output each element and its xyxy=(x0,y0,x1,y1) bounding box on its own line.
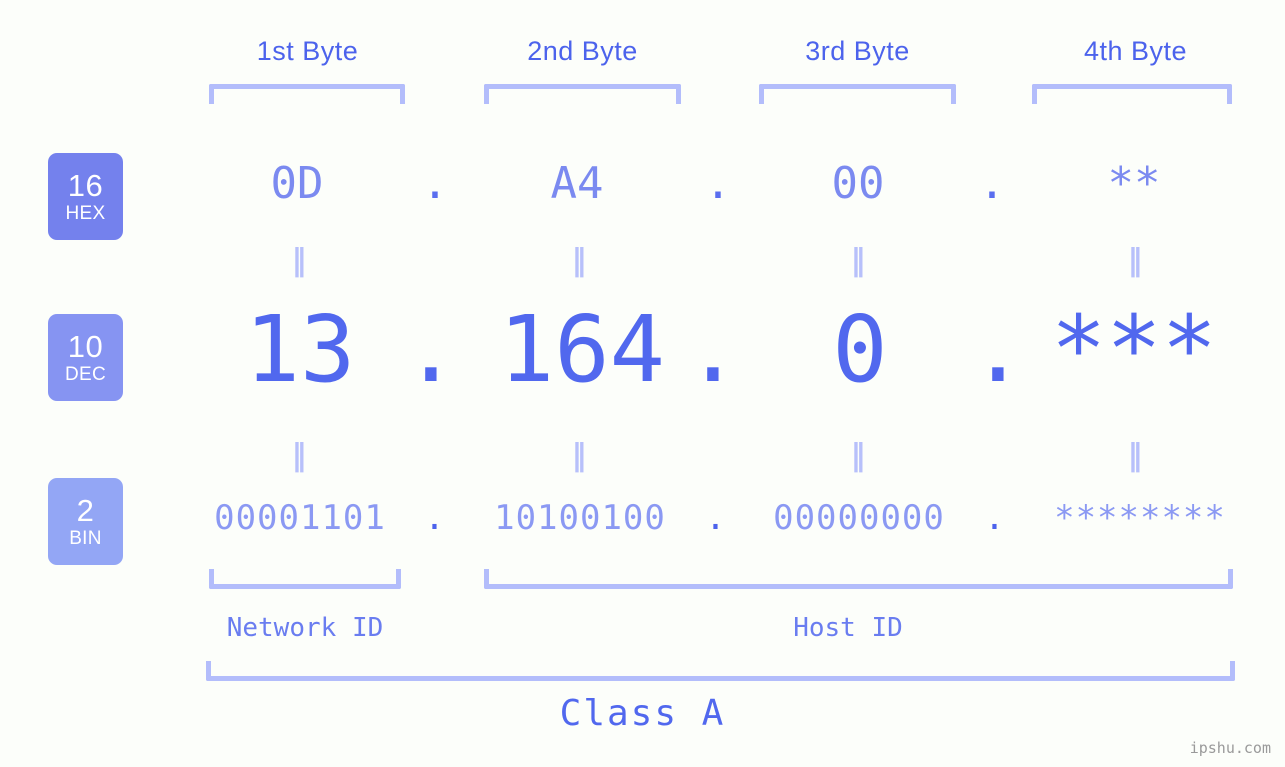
equals-dec-bin-3: ‖ xyxy=(850,438,868,473)
bin-byte-2: 10100100 xyxy=(494,498,666,538)
byte-bracket-1 xyxy=(209,84,405,104)
dec-byte-1: 13 xyxy=(244,296,356,403)
bin-separator-2: . xyxy=(705,498,727,538)
equals-hex-dec-2: ‖ xyxy=(571,243,589,278)
bin-separator-1: . xyxy=(424,498,446,538)
dec-byte-2: 164 xyxy=(498,296,666,403)
equals-dec-bin-2: ‖ xyxy=(571,438,589,473)
bin-byte-3: 00000000 xyxy=(773,498,945,538)
network-id-label: Network ID xyxy=(226,613,384,643)
byte-header-4: 4th Byte xyxy=(1083,36,1188,66)
radix-badge-bin-number: 2 xyxy=(76,493,95,528)
watermark: ipshu.com xyxy=(1189,739,1271,757)
byte-header-3: 3rd Byte xyxy=(805,36,910,66)
dec-separator-2: . xyxy=(685,296,741,403)
radix-badge-hex: 16 HEX xyxy=(48,153,123,240)
class-label: Class A xyxy=(559,693,726,734)
hex-separator-2: . xyxy=(704,158,732,209)
dec-byte-4: *** xyxy=(1050,296,1218,403)
equals-hex-dec-3: ‖ xyxy=(850,243,868,278)
equals-dec-bin-4: ‖ xyxy=(1127,438,1145,473)
dec-byte-3: 0 xyxy=(832,296,888,403)
byte-header-2: 2nd Byte xyxy=(527,36,638,66)
class-bracket xyxy=(206,661,1235,681)
byte-bracket-2 xyxy=(484,84,681,104)
dec-separator-1: . xyxy=(403,296,459,403)
radix-badge-dec-tag: DEC xyxy=(64,364,106,385)
equals-dec-bin-1: ‖ xyxy=(291,438,309,473)
equals-hex-dec-1: ‖ xyxy=(291,243,309,278)
bin-byte-4: ******** xyxy=(1054,498,1226,538)
hex-separator-3: . xyxy=(978,158,1006,209)
hex-byte-4: ** xyxy=(1107,158,1161,209)
radix-badge-bin: 2 BIN xyxy=(48,478,123,565)
byte-header-1: 1st Byte xyxy=(256,36,359,66)
hex-separator-1: . xyxy=(421,158,449,209)
radix-badge-dec-number: 10 xyxy=(67,329,104,364)
bin-separator-3: . xyxy=(984,498,1006,538)
hex-byte-1: 0D xyxy=(270,158,324,209)
ip-address-breakdown-diagram: 1st Byte 2nd Byte 3rd Byte 4th Byte 16 H… xyxy=(0,0,1285,767)
bin-byte-1: 00001101 xyxy=(214,498,386,538)
dec-separator-3: . xyxy=(970,296,1026,403)
byte-bracket-4 xyxy=(1032,84,1232,104)
network-id-bracket xyxy=(209,569,401,589)
radix-badge-hex-number: 16 xyxy=(67,168,104,203)
equals-hex-dec-4: ‖ xyxy=(1127,243,1145,278)
host-id-bracket xyxy=(484,569,1233,589)
byte-bracket-3 xyxy=(759,84,956,104)
radix-badge-hex-tag: HEX xyxy=(65,203,106,224)
radix-badge-bin-tag: BIN xyxy=(69,528,102,549)
hex-byte-2: A4 xyxy=(550,158,604,209)
hex-byte-3: 00 xyxy=(831,158,885,209)
radix-badge-dec: 10 DEC xyxy=(48,314,123,401)
host-id-label: Host ID xyxy=(793,613,903,643)
